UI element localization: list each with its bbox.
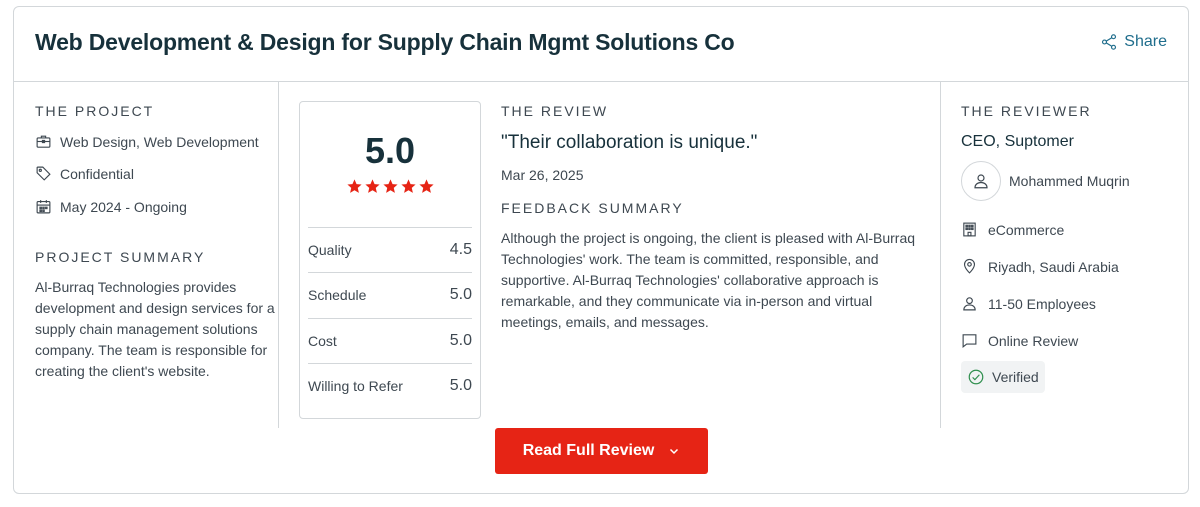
score-row-schedule: Schedule 5.0: [308, 272, 472, 317]
review-column: THE REVIEW "Their collaboration is uniqu…: [501, 103, 921, 333]
building-icon: [963, 222, 976, 237]
chat-bubble-icon: [962, 334, 977, 349]
score-row-quality: Quality 4.5: [308, 227, 472, 272]
industry-text: eCommerce: [988, 221, 1065, 238]
project-column: THE PROJECT Web Design, Web Development …: [35, 103, 275, 382]
verified-badge: Verified: [961, 361, 1045, 393]
project-timeline: May 2024 - Ongoing: [35, 198, 275, 215]
star-rating: [300, 178, 480, 195]
score-label: Schedule: [308, 287, 367, 303]
tag-icon: [36, 166, 51, 181]
review-date: Mar 26, 2025: [501, 167, 584, 183]
score-label: Cost: [308, 333, 337, 349]
card-header: Web Development & Design for Supply Chai…: [14, 7, 1188, 82]
share-icon: [1102, 34, 1117, 50]
score-row-cost: Cost 5.0: [308, 318, 472, 363]
reviewer-review-type: Online Review: [961, 332, 1181, 349]
chevron-down-icon: [670, 448, 679, 455]
reviewer-person: Mohammed Muqrin: [961, 161, 1181, 201]
briefcase-icon: [36, 135, 51, 148]
score-value: 5.0: [449, 377, 472, 394]
feedback-summary-text: Although the project is ongoing, the cli…: [501, 230, 916, 330]
reviewer-location: Riyadh, Saudi Arabia: [961, 258, 1181, 275]
location-text: Riyadh, Saudi Arabia: [988, 258, 1119, 275]
score-value: 5.0: [449, 332, 472, 349]
read-full-review-button[interactable]: Read Full Review: [495, 428, 708, 474]
user-icon: [963, 297, 976, 311]
verified-text: Verified: [992, 369, 1039, 385]
divider: [940, 82, 941, 428]
verified-wrapper: Verified: [961, 361, 1181, 393]
review-type-text: Online Review: [988, 332, 1079, 349]
reviewer-industry: eCommerce: [961, 221, 1181, 238]
project-heading: THE PROJECT: [35, 103, 155, 119]
star-icon: [418, 179, 434, 193]
star-icon: [346, 179, 362, 193]
review-heading: THE REVIEW: [501, 103, 609, 119]
budget-text: Confidential: [60, 165, 134, 182]
check-circle-icon: [968, 369, 984, 385]
review-quote: "Their collaboration is unique.": [501, 132, 758, 153]
star-icon: [382, 179, 398, 193]
review-title: Web Development & Design for Supply Chai…: [35, 29, 735, 55]
read-full-review-label: Read Full Review: [522, 442, 655, 459]
project-budget: Confidential: [35, 165, 275, 182]
services-text: Web Design, Web Development: [60, 133, 259, 150]
user-icon: [974, 174, 988, 189]
score-value: 4.5: [449, 241, 472, 258]
feedback-summary-heading: FEEDBACK SUMMARY: [501, 200, 684, 216]
project-services: Web Design, Web Development: [35, 133, 275, 150]
reviewer-company-size: 11-50 Employees: [961, 295, 1181, 312]
project-summary-heading: PROJECT SUMMARY: [35, 249, 206, 265]
calendar-icon: [36, 200, 51, 214]
location-pin-icon: [963, 258, 976, 274]
score-value: 5.0: [449, 286, 472, 303]
reviewer-heading: THE REVIEWER: [961, 103, 1092, 119]
score-row-willing-to-refer: Willing to Refer 5.0: [308, 363, 472, 408]
score-label: Willing to Refer: [308, 378, 403, 394]
review-card: Web Development & Design for Supply Chai…: [13, 6, 1189, 494]
reviewer-title: CEO, Suptomer: [961, 133, 1074, 150]
timeline-text: May 2024 - Ongoing: [60, 198, 187, 215]
share-button[interactable]: Share: [1100, 33, 1167, 51]
score-label: Quality: [308, 242, 352, 258]
project-summary-text: Al-Burraq Technologies provides developm…: [35, 279, 275, 379]
reviewer-column: THE REVIEWER CEO, Suptomer Mohammed Muqr…: [961, 103, 1181, 393]
avatar: [961, 161, 1001, 201]
star-icon: [400, 179, 416, 193]
divider: [278, 82, 279, 428]
rating-box: 5.0 Quality 4.5 Schedule 5.0 Cost 5.0 Wi…: [299, 101, 481, 419]
reviewer-name: Mohammed Muqrin: [1009, 173, 1130, 189]
star-icon: [364, 179, 380, 193]
share-label: Share: [1124, 33, 1167, 50]
company-size-text: 11-50 Employees: [988, 295, 1096, 312]
overall-rating: 5.0: [364, 130, 416, 171]
